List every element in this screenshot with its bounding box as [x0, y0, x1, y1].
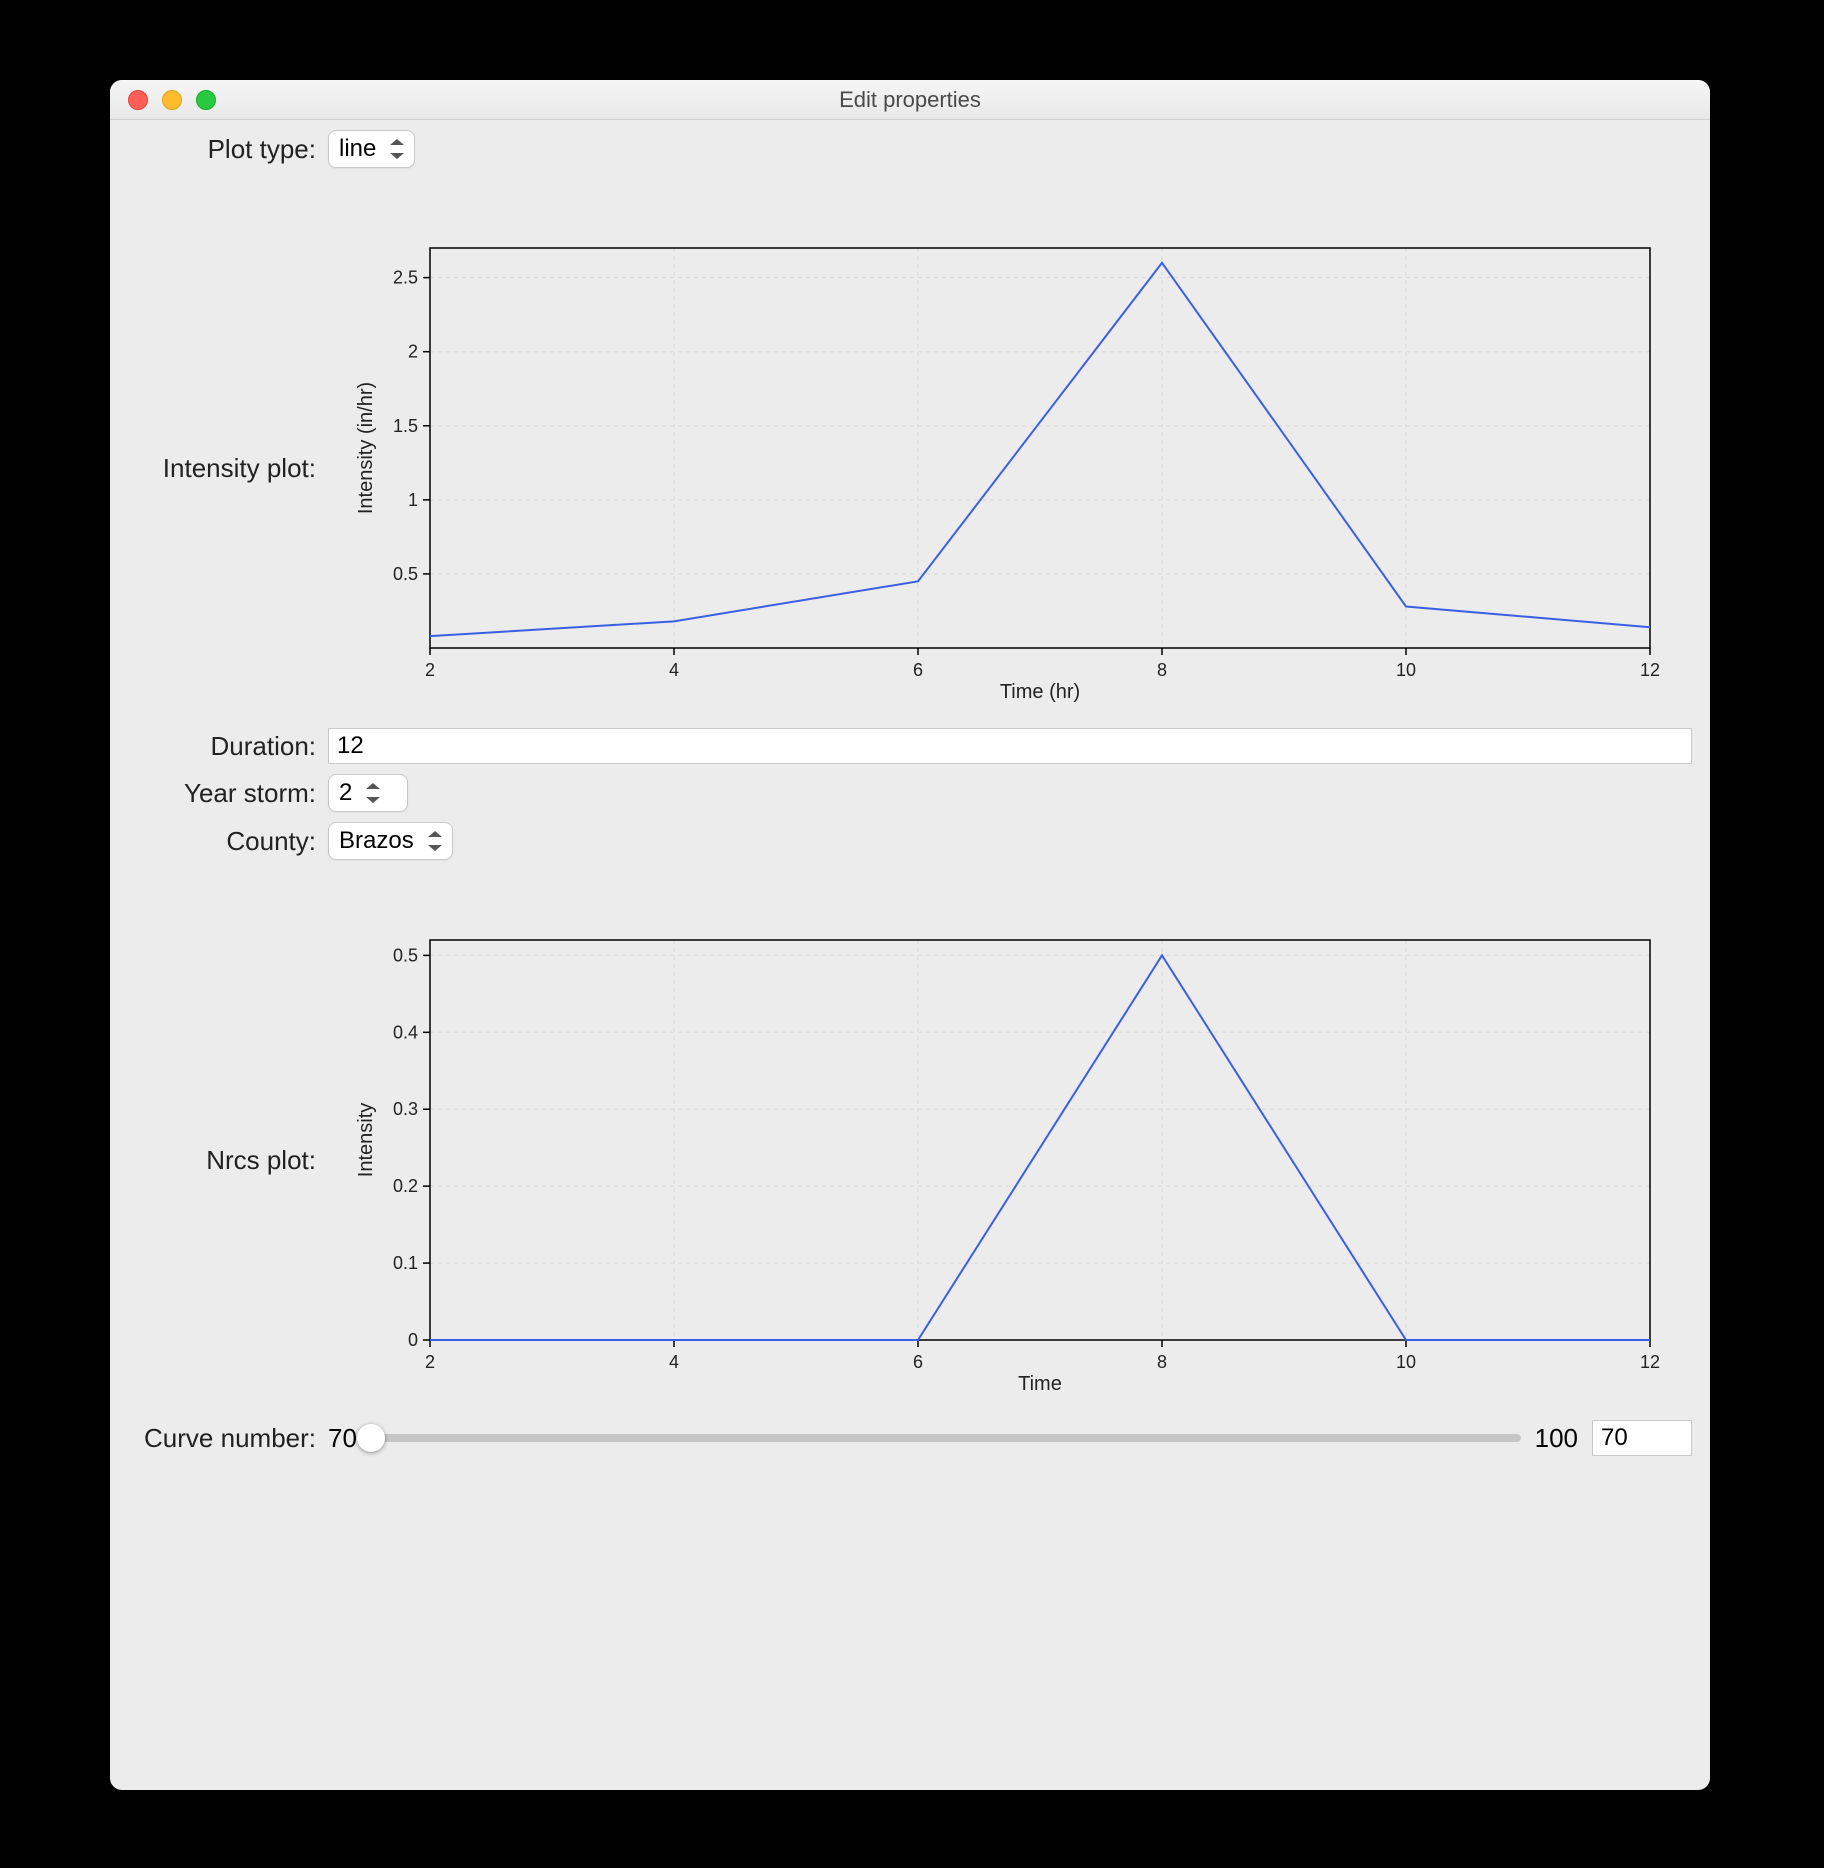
svg-text:1.5: 1.5: [393, 416, 418, 436]
svg-text:8: 8: [1157, 1352, 1167, 1372]
svg-text:0: 0: [408, 1330, 418, 1350]
plot-type-select[interactable]: line: [328, 130, 415, 168]
slider-min-label: 70: [328, 1423, 357, 1454]
intensity-plot: 2 4 6 8 10 12 0.5 1 1.5 2 2.5 Time (hr) Intensity (i…: [328, 228, 1692, 708]
nrcs-plot-label: Nrcs plot:: [128, 1145, 328, 1176]
chevron-updown-icon: [366, 783, 380, 803]
county-value: Brazos: [339, 827, 414, 855]
svg-text:6: 6: [913, 1352, 923, 1372]
svg-text:8: 8: [1157, 660, 1167, 680]
window: Edit properties Plot type: line Intensit…: [110, 80, 1710, 1790]
year-storm-label: Year storm:: [128, 778, 328, 809]
svg-text:10: 10: [1396, 1352, 1416, 1372]
nrcs-plot-svg: 2 4 6 8 10 12 0 0.1 0.2 0.3 0.4 0.5 Time Intensity: [328, 920, 1692, 1400]
svg-text:Time (hr): Time (hr): [1000, 681, 1080, 703]
svg-text:0.5: 0.5: [393, 564, 418, 584]
svg-text:2: 2: [425, 660, 435, 680]
svg-text:Intensity (in/hr): Intensity (in/hr): [355, 382, 377, 514]
slider-max-label: 100: [1535, 1423, 1578, 1454]
duration-input[interactable]: [328, 728, 1692, 764]
svg-text:12: 12: [1640, 660, 1660, 680]
svg-text:0.1: 0.1: [393, 1253, 418, 1273]
year-storm-select[interactable]: 2: [328, 774, 408, 812]
svg-text:2: 2: [408, 342, 418, 362]
chevron-updown-icon: [428, 831, 442, 851]
svg-text:4: 4: [669, 1352, 679, 1372]
curve-number-slider[interactable]: [371, 1434, 1521, 1442]
nrcs-plot: 2 4 6 8 10 12 0 0.1 0.2 0.3 0.4 0.5 Time Intensity: [328, 920, 1692, 1400]
titlebar: Edit properties: [110, 80, 1710, 120]
svg-text:Time: Time: [1018, 1373, 1062, 1395]
svg-text:0.5: 0.5: [393, 945, 418, 965]
svg-text:Intensity: Intensity: [355, 1103, 377, 1177]
county-select[interactable]: Brazos: [328, 822, 453, 860]
svg-text:0.2: 0.2: [393, 1176, 418, 1196]
curve-number-input[interactable]: [1592, 1420, 1692, 1456]
year-storm-value: 2: [339, 779, 352, 807]
svg-text:6: 6: [913, 660, 923, 680]
svg-text:12: 12: [1640, 1352, 1660, 1372]
curve-number-label: Curve number:: [128, 1423, 328, 1454]
plot-type-label: Plot type:: [128, 134, 328, 165]
window-title: Edit properties: [110, 87, 1710, 113]
duration-label: Duration:: [128, 731, 328, 762]
svg-text:2.5: 2.5: [393, 268, 418, 288]
svg-text:4: 4: [669, 660, 679, 680]
svg-text:10: 10: [1396, 660, 1416, 680]
svg-text:2: 2: [425, 1352, 435, 1372]
intensity-plot-svg: 2 4 6 8 10 12 0.5 1 1.5 2 2.5 Time (hr) Intensity (i…: [328, 228, 1692, 708]
content: Plot type: line Intensity plot: 24681012…: [110, 120, 1710, 1496]
svg-text:0.3: 0.3: [393, 1099, 418, 1119]
chevron-updown-icon: [390, 139, 404, 159]
svg-text:0.4: 0.4: [393, 1022, 418, 1042]
slider-thumb[interactable]: [357, 1424, 385, 1452]
svg-text:1: 1: [408, 490, 418, 510]
plot-type-value: line: [339, 135, 376, 163]
intensity-plot-label: Intensity plot:: [128, 453, 328, 484]
county-label: County:: [128, 826, 328, 857]
